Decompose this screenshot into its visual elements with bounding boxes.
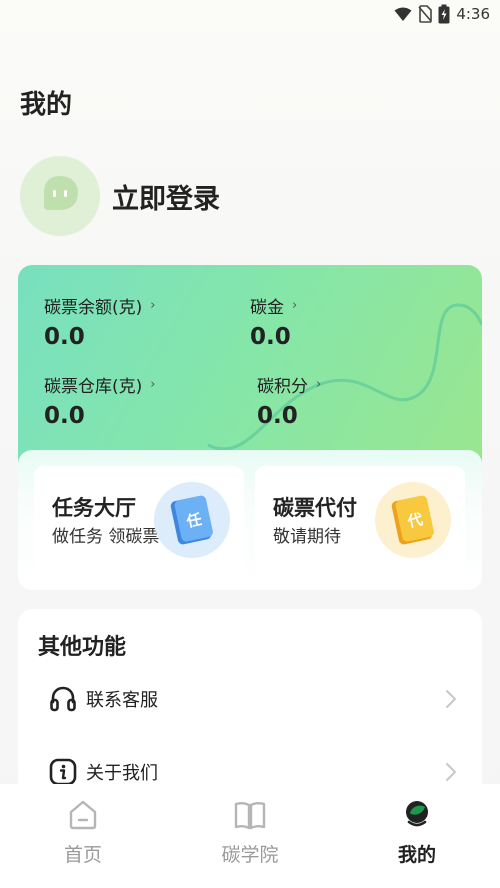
- chat-face-icon: [38, 172, 82, 220]
- stat-carbon-gold[interactable]: 碳金 › 0.0: [250, 293, 297, 350]
- stat-carbon-points[interactable]: 碳积分 › 0.0: [257, 372, 321, 429]
- service-subtitle: 敬请期待: [273, 527, 341, 547]
- service-panel: 任务大厅 做任务 领碳票 任 碳票代付 敬请期待 代: [18, 450, 482, 590]
- book-open-icon: [233, 798, 267, 836]
- headset-icon: [48, 684, 78, 714]
- stat-label: 碳金: [250, 298, 284, 318]
- stat-value: 0.0: [44, 324, 85, 350]
- stat-value: 0.0: [257, 403, 298, 429]
- tab-home[interactable]: 首页: [23, 798, 143, 867]
- carbon-pay-card[interactable]: 碳票代付 敬请期待 代: [255, 466, 465, 574]
- menu-item-contact-support[interactable]: 联系客服: [18, 669, 482, 729]
- service-subtitle: 做任务 领碳票: [52, 527, 160, 547]
- tab-label: 碳学院: [221, 844, 279, 866]
- stat-label: 碳积分: [257, 377, 308, 397]
- menu-label: 联系客服: [86, 690, 158, 711]
- task-book-icon: 任: [154, 482, 230, 558]
- other-functions-panel: 其他功能 联系客服 关于我们: [18, 609, 482, 809]
- wifi-icon: [394, 6, 412, 22]
- stat-carbon-balance[interactable]: 碳票余额(克) › 0.0: [44, 293, 155, 350]
- status-icons: 4:36: [394, 4, 490, 24]
- stat-value: 0.0: [44, 403, 85, 429]
- profile-login[interactable]: 立即登录: [20, 156, 220, 236]
- tab-label: 首页: [63, 844, 102, 866]
- chevron-right-icon: [446, 763, 456, 781]
- stat-carbon-warehouse[interactable]: 碳票仓库(克) › 0.0: [44, 372, 155, 429]
- pay-book-icon: 代: [375, 482, 451, 558]
- battery-charging-icon: [438, 4, 450, 24]
- tab-mine[interactable]: 我的: [357, 798, 477, 867]
- bottom-tab-bar: 首页 碳学院 我的: [0, 784, 500, 888]
- chevron-right-icon: [446, 690, 456, 708]
- section-title: 其他功能: [38, 635, 127, 660]
- page-title: 我的: [20, 90, 73, 120]
- status-bar: 4:36: [0, 0, 500, 28]
- avatar[interactable]: [20, 156, 100, 236]
- menu-label: 关于我们: [86, 763, 158, 784]
- wallet-card: 碳票余额(克) › 0.0 碳金 › 0.0 碳票仓库(克) › 0.0 碳积分…: [18, 265, 482, 475]
- tab-label: 我的: [397, 844, 436, 866]
- profile-leaf-icon: [400, 798, 434, 836]
- chevron-right-icon: ›: [150, 377, 156, 392]
- chevron-right-icon: ›: [316, 377, 322, 392]
- info-icon: [48, 757, 78, 787]
- status-time: 4:36: [456, 5, 490, 23]
- tab-carbon-academy[interactable]: 碳学院: [190, 798, 310, 867]
- login-button[interactable]: 立即登录: [112, 177, 220, 216]
- home-icon: [66, 798, 100, 836]
- chevron-right-icon: ›: [292, 298, 298, 313]
- service-title: 任务大厅: [52, 496, 136, 520]
- stat-value: 0.0: [250, 324, 291, 350]
- task-hall-card[interactable]: 任务大厅 做任务 领碳票 任: [34, 466, 244, 574]
- no-sim-icon: [418, 5, 433, 23]
- service-title: 碳票代付: [273, 496, 357, 520]
- stat-label: 碳票仓库(克): [44, 377, 143, 397]
- chevron-right-icon: ›: [150, 298, 156, 313]
- stat-label: 碳票余额(克): [44, 298, 143, 318]
